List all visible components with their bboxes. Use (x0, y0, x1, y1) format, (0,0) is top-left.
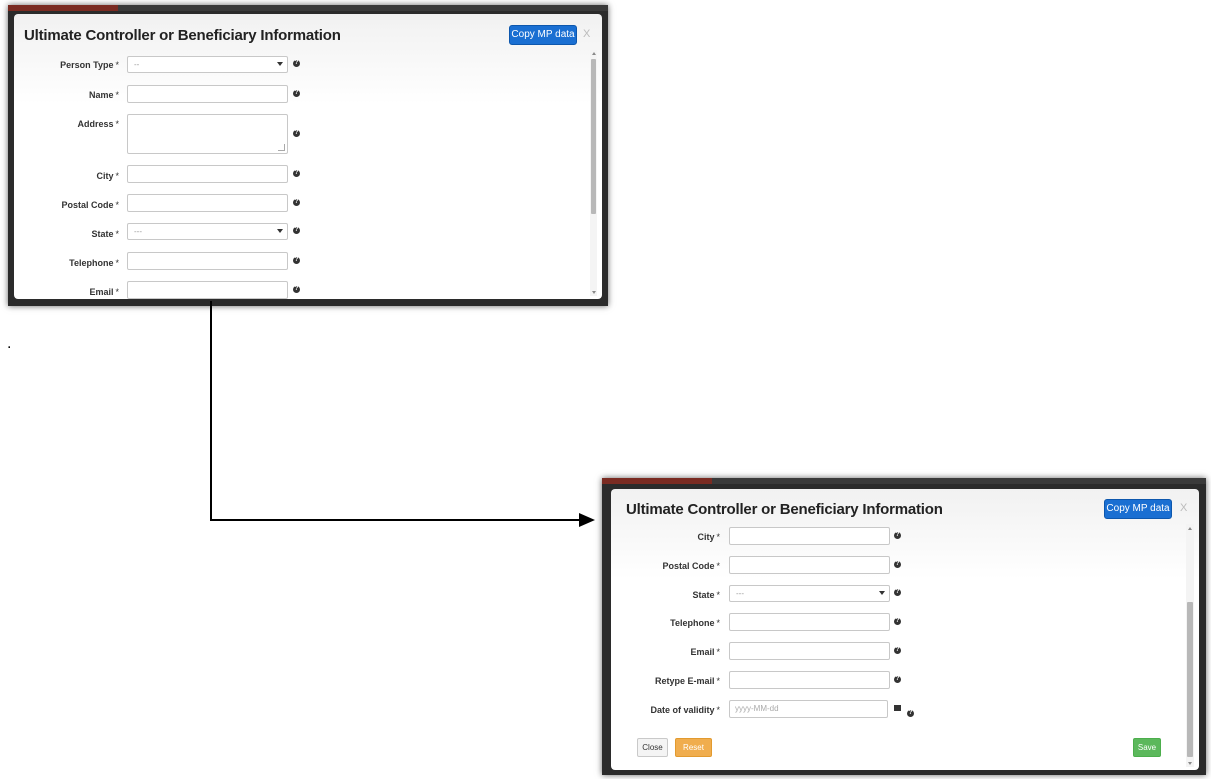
state-label: State (692, 590, 715, 600)
city-label: City (96, 171, 114, 181)
copy-mp-data-button[interactable]: Copy MP data (1104, 499, 1172, 519)
form-row-name: Name * (88, 90, 119, 100)
email-label: Email (89, 287, 114, 297)
question-circle-icon[interactable]: ? (293, 227, 300, 234)
state-select[interactable]: --- (127, 223, 288, 240)
chevron-down-icon (277, 229, 283, 233)
email-label: Email (690, 647, 715, 657)
email-input[interactable] (729, 642, 890, 660)
state-select[interactable]: --- (729, 585, 890, 602)
calendar-icon[interactable] (894, 705, 901, 711)
form-row-email: Email * (89, 287, 119, 297)
person-type-label: Person Type (60, 60, 114, 70)
person-type-value: -- (134, 60, 140, 69)
postal-code-input[interactable] (127, 194, 288, 212)
scrollbar[interactable] (590, 50, 597, 296)
telephone-label: Telephone (69, 258, 114, 268)
dialog-close-x[interactable]: X (1180, 502, 1187, 514)
dialog-close-x[interactable]: X (583, 28, 590, 40)
scrollbar[interactable] (1186, 524, 1194, 767)
telephone-label: Telephone (670, 618, 715, 628)
date-of-validity-label: Date of validity (650, 705, 715, 715)
telephone-input[interactable] (127, 252, 288, 270)
question-circle-icon[interactable]: ? (907, 710, 914, 717)
form-row-city: City * (96, 171, 119, 181)
date-of-validity-input[interactable]: yyyy-MM-dd (729, 700, 888, 718)
background-page-strip (602, 478, 1206, 484)
name-label: Name (88, 90, 114, 100)
chevron-down-icon (879, 591, 885, 595)
form-row-telephone: Telephone * (69, 258, 119, 268)
form-row-postal-code: Postal Code * (61, 200, 119, 210)
form-row-address: Address * (77, 119, 119, 129)
annotation-dot: . (7, 335, 12, 352)
resize-handle-icon[interactable] (278, 144, 285, 151)
question-circle-icon[interactable]: ? (293, 90, 300, 97)
scrollbar-thumb[interactable] (1187, 602, 1193, 757)
background-page-strip (8, 5, 608, 11)
question-circle-icon[interactable]: ? (293, 60, 300, 67)
email-input[interactable] (127, 281, 288, 299)
screenshot-before-scroll: Ultimate Controller or Beneficiary Infor… (8, 5, 608, 306)
city-input[interactable] (127, 165, 288, 183)
connector-line-vertical (210, 301, 212, 521)
address-textarea[interactable] (127, 114, 288, 154)
dialog-title: Ultimate Controller or Beneficiary Infor… (626, 501, 943, 518)
form-row-date-of-validity: Date of validity * (650, 705, 720, 715)
name-input[interactable] (127, 85, 288, 103)
form-row-postal-code: Postal Code * (662, 561, 720, 571)
form-row-state: State * (91, 229, 119, 239)
question-circle-icon[interactable]: ? (293, 170, 300, 177)
dialog-title: Ultimate Controller or Beneficiary Infor… (24, 27, 341, 44)
form-row-telephone: Telephone * (670, 618, 720, 628)
retype-email-input[interactable] (729, 671, 890, 689)
connector-line-horizontal (210, 519, 580, 521)
arrow-right-icon (579, 513, 595, 527)
question-circle-icon[interactable]: ? (894, 676, 901, 683)
question-circle-icon[interactable]: ? (894, 561, 901, 568)
modal-dialog: Ultimate Controller or Beneficiary Infor… (14, 14, 602, 299)
form-row-state: State * (692, 590, 720, 600)
reset-button[interactable]: Reset (675, 738, 712, 757)
question-circle-icon[interactable]: ? (293, 286, 300, 293)
form-row-city: City * (697, 532, 720, 542)
question-circle-icon[interactable]: ? (894, 647, 901, 654)
scroll-down-icon[interactable] (592, 291, 596, 294)
postal-code-label: Postal Code (61, 200, 114, 210)
city-input[interactable] (729, 527, 890, 545)
scrollbar-thumb[interactable] (591, 59, 596, 214)
city-label: City (697, 532, 715, 542)
question-circle-icon[interactable]: ? (293, 199, 300, 206)
postal-code-input[interactable] (729, 556, 890, 574)
postal-code-label: Postal Code (662, 561, 715, 571)
form-row-retype-email: Retype E-mail * (654, 676, 720, 686)
address-label: Address (77, 119, 114, 129)
form-row-person-type: Person Type * (60, 60, 119, 70)
modal-dialog: Ultimate Controller or Beneficiary Infor… (611, 489, 1199, 770)
retype-email-label: Retype E-mail (654, 676, 715, 686)
question-circle-icon[interactable]: ? (894, 589, 901, 596)
scroll-up-icon[interactable] (592, 52, 596, 55)
question-circle-icon[interactable]: ? (293, 130, 300, 137)
question-circle-icon[interactable]: ? (894, 532, 901, 539)
form-row-email: Email * (690, 647, 720, 657)
copy-mp-data-button[interactable]: Copy MP data (509, 25, 577, 45)
question-circle-icon[interactable]: ? (894, 618, 901, 625)
chevron-down-icon (277, 62, 283, 66)
state-value: --- (134, 227, 142, 236)
screenshot-after-scroll: Ultimate Controller or Beneficiary Infor… (602, 478, 1206, 775)
person-type-select[interactable]: -- (127, 56, 288, 73)
scroll-up-icon[interactable] (1188, 527, 1192, 530)
question-circle-icon[interactable]: ? (293, 257, 300, 264)
save-button[interactable]: Save (1133, 738, 1161, 757)
scroll-down-icon[interactable] (1188, 762, 1192, 765)
date-placeholder: yyyy-MM-dd (735, 704, 779, 713)
telephone-input[interactable] (729, 613, 890, 631)
state-label: State (91, 229, 114, 239)
close-button[interactable]: Close (637, 738, 668, 757)
state-value: --- (736, 589, 744, 598)
